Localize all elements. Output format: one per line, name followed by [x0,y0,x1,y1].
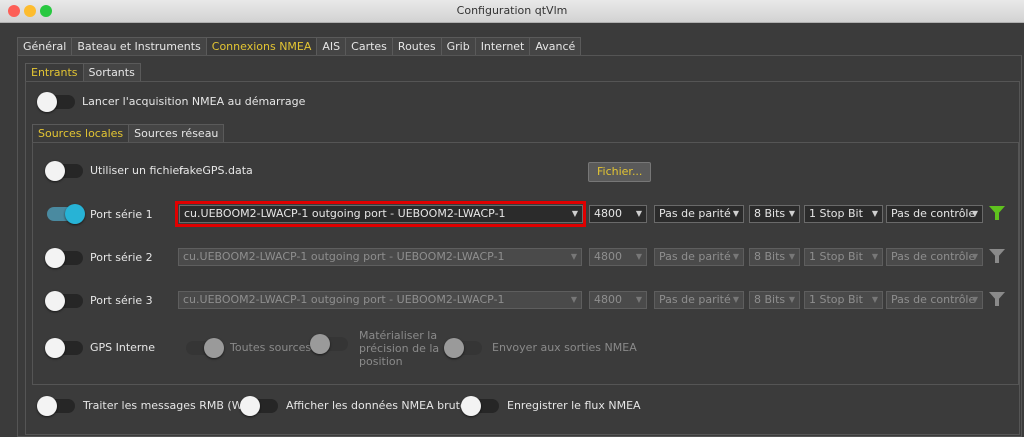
precision-toggle[interactable] [310,334,348,354]
tab-cartes[interactable]: Cartes [345,37,393,56]
gps-interne-label: GPS Interne [90,341,156,354]
serial-port-2-bits-select[interactable]: 8 Bits ▼ [749,248,800,266]
choose-file-button[interactable]: Fichier... [588,162,652,182]
tab-avance[interactable]: Avancé [529,37,582,56]
serial-port-2-baud-select[interactable]: 4800 ▼ [589,248,647,266]
record-nmea-toggle[interactable] [461,396,499,416]
serial-port-1-toggle[interactable] [47,204,85,224]
serial-port-3-stop-select[interactable]: 1 Stop Bit ▼ [804,291,883,309]
serial-port-2-stop-select[interactable]: 1 Stop Bit ▼ [804,248,883,266]
tab-bateau-instruments[interactable]: Bateau et Instruments [71,37,207,56]
file-name: fakeGPS.data [179,164,253,177]
tab-general[interactable]: Général [17,37,73,56]
main-tabbar: Général Bateau et Instruments Connexions… [17,37,582,56]
send-outputs-label: Envoyer aux sorties NMEA [492,341,637,354]
serial-port-2-toggle[interactable] [45,248,83,268]
serial-port-2-device-select[interactable]: cu.UEBOOM2-LWACP-1 outgoing port - UEBOO… [178,248,582,266]
serial-port-1-parity-select[interactable]: Pas de parité ▼ [654,205,744,223]
tab-grib[interactable]: Grib [440,37,476,56]
raw-nmea-label: Afficher les données NMEA brutes [286,399,473,412]
serial-port-3-parity-select[interactable]: Pas de parité ▼ [654,291,744,309]
tab-connexions-nmea[interactable]: Connexions NMEA [205,37,318,56]
raw-nmea-toggle[interactable] [240,396,278,416]
use-file-label: Utiliser un fichier [90,164,184,177]
serial-port-3-baud-select[interactable]: 4800 ▼ [589,291,647,309]
serial-port-3-control-select[interactable]: Pas de contrôle ▼ [886,291,983,309]
serial-port-1-control-select[interactable]: Pas de contrôle ▼ [886,205,983,223]
precision-label-line2: précision de la [359,342,440,355]
window-title: Configuration qtVlm [456,4,568,17]
rmb-messages-toggle[interactable] [37,396,75,416]
serial-port-3-device-select[interactable]: cu.UEBOOM2-LWACP-1 outgoing port - UEBOO… [178,291,582,309]
serial-port-3-label: Port série 3 [90,294,153,307]
highlight-box [175,201,586,227]
tab-entrants[interactable]: Entrants [25,63,84,82]
tab-internet[interactable]: Internet [474,37,531,56]
startup-acquisition-toggle[interactable] [37,92,75,112]
source-tabbar: Sources locales Sources réseau [32,124,225,143]
tab-sources-reseau[interactable]: Sources réseau [128,124,225,143]
tab-ais[interactable]: AIS [316,37,347,56]
serial-port-2-parity-select[interactable]: Pas de parité ▼ [654,248,744,266]
gps-interne-toggle[interactable] [45,338,83,358]
all-sources-toggle[interactable] [186,338,224,358]
use-file-toggle[interactable] [45,161,83,181]
rmb-messages-label: Traiter les messages RMB (WP) [83,399,254,412]
send-outputs-toggle[interactable] [444,338,482,358]
serial-port-1-bits-select[interactable]: 8 Bits ▼ [749,205,800,223]
serial-port-1-baud-select[interactable]: 4800 ▼ [589,205,647,223]
window-titlebar: Configuration qtVlm [0,0,1024,23]
tab-sortants[interactable]: Sortants [82,63,141,82]
serial-port-3-bits-select[interactable]: 8 Bits ▼ [749,291,800,309]
serial-port-3-toggle[interactable] [45,291,83,311]
all-sources-label: Toutes sources [230,341,312,354]
startup-acquisition-label: Lancer l'acquisition NMEA au démarrage [82,95,306,108]
serial-port-2-label: Port série 2 [90,251,153,264]
tab-sources-locales[interactable]: Sources locales [32,124,130,143]
direction-tabbar: Entrants Sortants [25,63,141,82]
serial-port-1-stop-select[interactable]: 1 Stop Bit ▼ [804,205,883,223]
serial-port-2-control-select[interactable]: Pas de contrôle ▼ [886,248,983,266]
precision-label-line1: Matérialiser la [359,329,438,342]
serial-port-1-label: Port série 1 [90,208,153,221]
record-nmea-label: Enregistrer le flux NMEA [507,399,641,412]
precision-label-line3: position [359,355,403,368]
tab-routes[interactable]: Routes [391,37,442,56]
